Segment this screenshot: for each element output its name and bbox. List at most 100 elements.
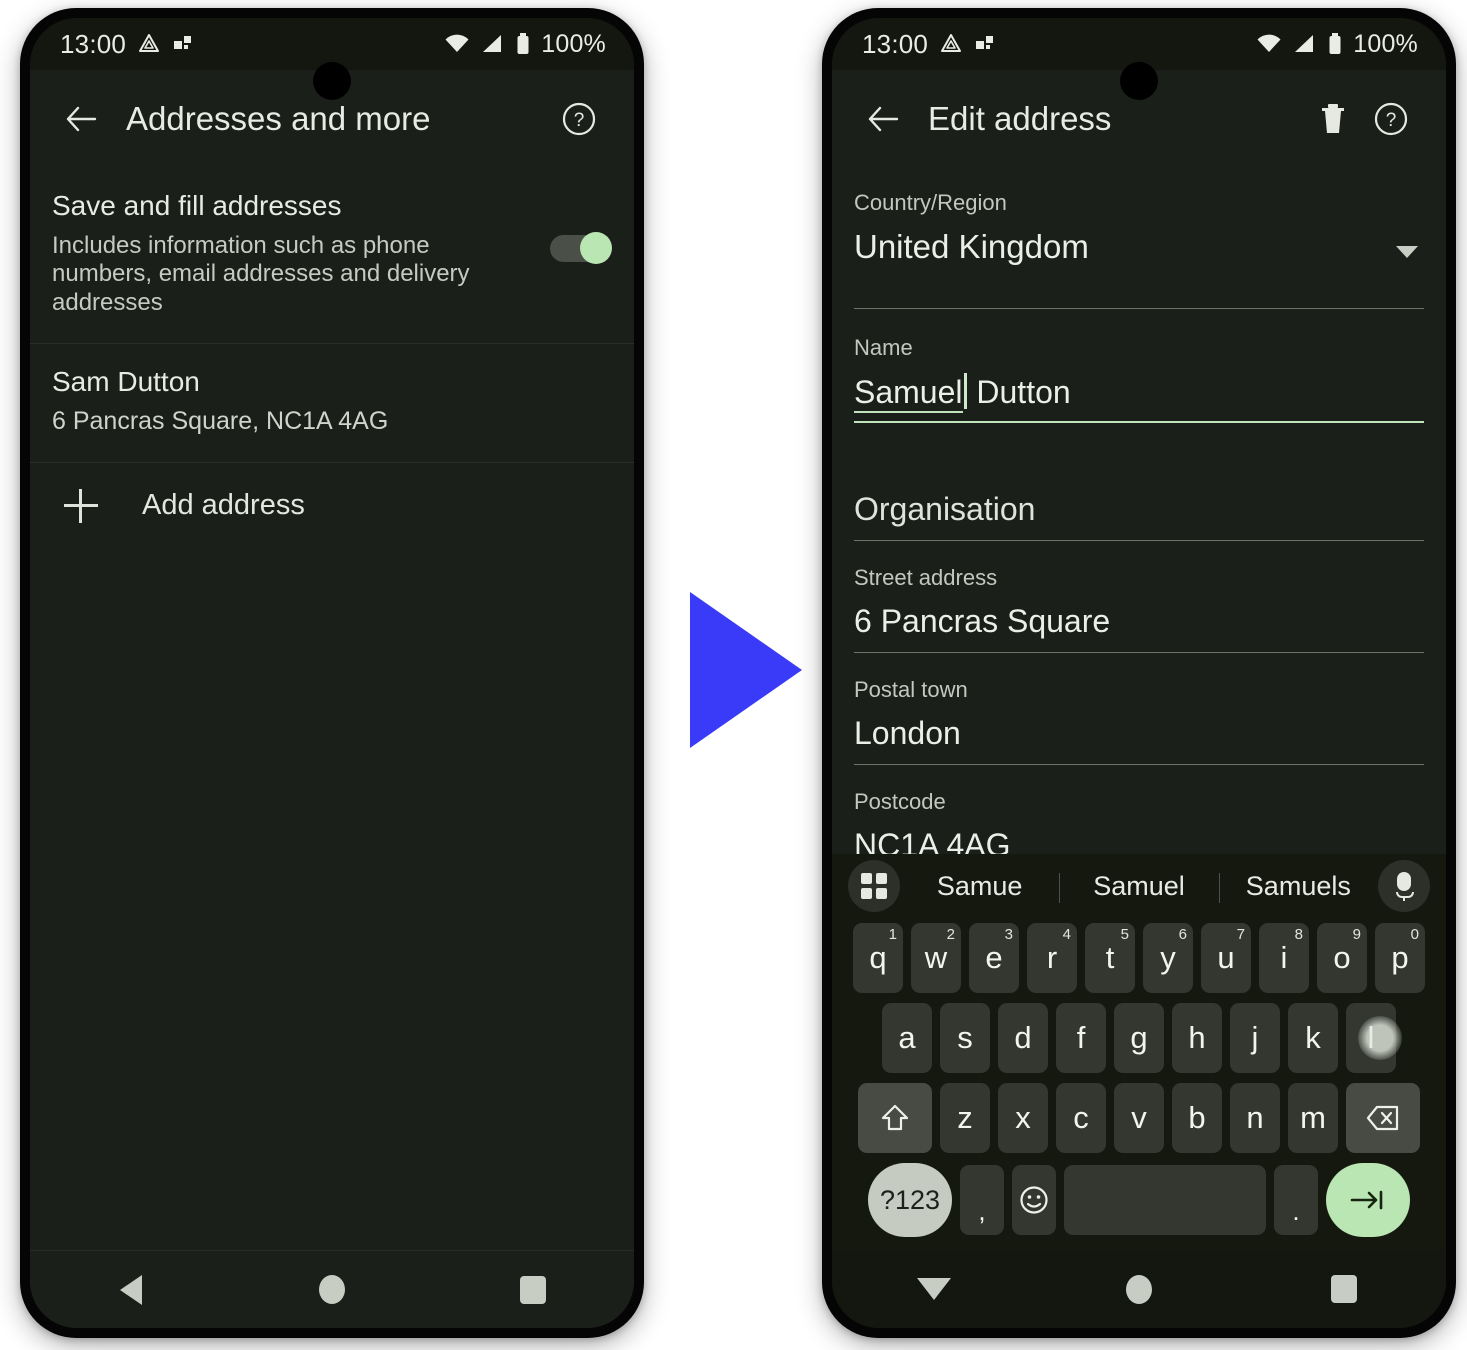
key-k[interactable]: k — [1288, 1003, 1338, 1073]
nav-home-icon — [1125, 1274, 1152, 1304]
key-o-label: o — [1333, 940, 1351, 975]
field-name-rest: Dutton — [967, 374, 1071, 410]
suggestion-item[interactable]: Samue — [900, 871, 1059, 902]
key-symbols[interactable]: ?123 — [868, 1163, 952, 1237]
field-name[interactable]: Name Samuel Dutton — [854, 309, 1424, 423]
key-n[interactable]: n — [1230, 1083, 1280, 1153]
microphone-icon[interactable] — [1378, 860, 1430, 912]
key-w[interactable]: 2w — [911, 923, 961, 993]
key-r[interactable]: 4r — [1027, 923, 1077, 993]
nav-home-button[interactable] — [1094, 1261, 1184, 1317]
key-p[interactable]: 0p — [1375, 923, 1425, 993]
key-m[interactable]: m — [1288, 1083, 1338, 1153]
key-f-label: f — [1076, 1020, 1086, 1055]
trash-glyph — [1322, 104, 1344, 133]
key-i[interactable]: 8i — [1259, 923, 1309, 993]
page-title: Addresses and more — [126, 100, 431, 137]
key-e-label: e — [985, 940, 1003, 975]
help-icon[interactable]: ? — [550, 90, 608, 148]
phone-left: 13:00 100% Addresses and more ? Save and… — [20, 8, 644, 1338]
add-address-row[interactable]: Add address — [30, 463, 634, 549]
key-l[interactable]: l — [1346, 1003, 1396, 1073]
key-b-label: b — [1188, 1100, 1206, 1135]
key-d[interactable]: d — [998, 1003, 1048, 1073]
on-screen-keyboard: Samue Samuel Samuels 1q 2w 3e 4r 5 t 6 y… — [832, 854, 1446, 1250]
delete-icon[interactable] — [1304, 90, 1362, 148]
key-comma[interactable]: , — [960, 1165, 1004, 1235]
key-n-label: n — [1246, 1100, 1264, 1135]
key-j[interactable]: j — [1230, 1003, 1280, 1073]
drive-icon — [941, 34, 962, 52]
key-space[interactable] — [1064, 1165, 1266, 1235]
grid-glyph — [861, 873, 887, 899]
suggestion-item[interactable]: Samuels — [1218, 871, 1378, 903]
keyboard-row-2: a s d f g h j k l — [832, 998, 1446, 1078]
key-o-number: 9 — [1352, 926, 1361, 943]
key-period[interactable]: . — [1274, 1165, 1318, 1235]
key-comma-label: , — [978, 1196, 986, 1226]
key-g[interactable]: g — [1114, 1003, 1164, 1073]
key-u[interactable]: 7u — [1201, 923, 1251, 993]
key-v[interactable]: v — [1114, 1083, 1164, 1153]
key-q[interactable]: 1q — [853, 923, 903, 993]
suggestion-item[interactable]: Samuel — [1059, 871, 1218, 903]
key-o[interactable]: 9o — [1317, 923, 1367, 993]
key-k-label: k — [1305, 1020, 1321, 1055]
key-h[interactable]: h — [1172, 1003, 1222, 1073]
save-and-fill-setting-row[interactable]: Save and fill addresses Includes informa… — [30, 168, 634, 344]
help-glyph: ? — [1374, 102, 1408, 136]
key-t-number: 5 — [1120, 926, 1129, 943]
keyboard-menu-icon[interactable] — [848, 860, 900, 912]
key-y[interactable]: 6y — [1143, 923, 1193, 993]
key-t-label: t — [1105, 940, 1115, 975]
emoji-icon — [1020, 1186, 1048, 1214]
key-c[interactable]: c — [1056, 1083, 1106, 1153]
chevron-down-icon[interactable] — [1396, 246, 1418, 258]
nav-recents-icon — [1330, 1275, 1357, 1303]
field-name-label: Name — [854, 335, 913, 360]
status-bar-right-group: 100% — [444, 30, 606, 59]
field-postal-town[interactable]: Postal town London — [854, 653, 1424, 765]
key-f[interactable]: f — [1056, 1003, 1106, 1073]
field-name-value: Samuel Dutton — [854, 365, 1424, 421]
nav-recents-button[interactable] — [488, 1262, 578, 1318]
field-country-label: Country/Region — [854, 190, 1007, 215]
nav-back-button[interactable] — [86, 1262, 176, 1318]
key-x[interactable]: x — [998, 1083, 1048, 1153]
back-arrow-icon[interactable] — [854, 90, 912, 148]
back-arrow-icon[interactable] — [52, 90, 110, 148]
field-organisation[interactable]: Organisation — [854, 423, 1424, 541]
field-country[interactable]: Country/Region United Kingdom — [854, 168, 1424, 309]
key-shift[interactable] — [858, 1083, 932, 1153]
battery-icon — [1329, 33, 1341, 54]
key-s[interactable]: s — [940, 1003, 990, 1073]
shapes-icon — [174, 36, 192, 49]
key-p-number: 0 — [1410, 926, 1419, 943]
drive-icon — [139, 34, 160, 52]
nav-back-icon — [119, 1274, 142, 1305]
help-icon[interactable]: ? — [1362, 90, 1420, 148]
key-c-label: c — [1073, 1100, 1089, 1135]
nav-recents-button[interactable] — [1299, 1261, 1389, 1317]
key-x-label: x — [1015, 1100, 1031, 1135]
key-b[interactable]: b — [1172, 1083, 1222, 1153]
key-backspace[interactable] — [1346, 1083, 1420, 1153]
saved-address-item[interactable]: Sam Dutton 6 Pancras Square, NC1A 4AG — [30, 344, 634, 463]
field-street-address[interactable]: Street address 6 Pancras Square — [854, 541, 1424, 653]
key-next[interactable] — [1326, 1163, 1410, 1237]
key-z[interactable]: z — [940, 1083, 990, 1153]
key-y-label: y — [1160, 940, 1176, 975]
field-town-value: London — [854, 715, 961, 751]
suggestion-bar: Samue Samuel Samuels — [832, 854, 1446, 918]
key-t[interactable]: 5t — [1085, 923, 1135, 993]
key-emoji[interactable] — [1012, 1165, 1056, 1235]
key-a[interactable]: a — [882, 1003, 932, 1073]
nav-home-button[interactable] — [287, 1262, 377, 1318]
key-e[interactable]: 3e — [969, 923, 1019, 993]
save-and-fill-toggle[interactable] — [550, 232, 612, 264]
field-country-value: United Kingdom — [854, 228, 1089, 265]
status-time: 13:00 — [60, 28, 127, 59]
key-s-label: s — [957, 1020, 973, 1055]
key-w-number: 2 — [946, 926, 955, 943]
nav-hide-keyboard-button[interactable] — [889, 1261, 979, 1317]
